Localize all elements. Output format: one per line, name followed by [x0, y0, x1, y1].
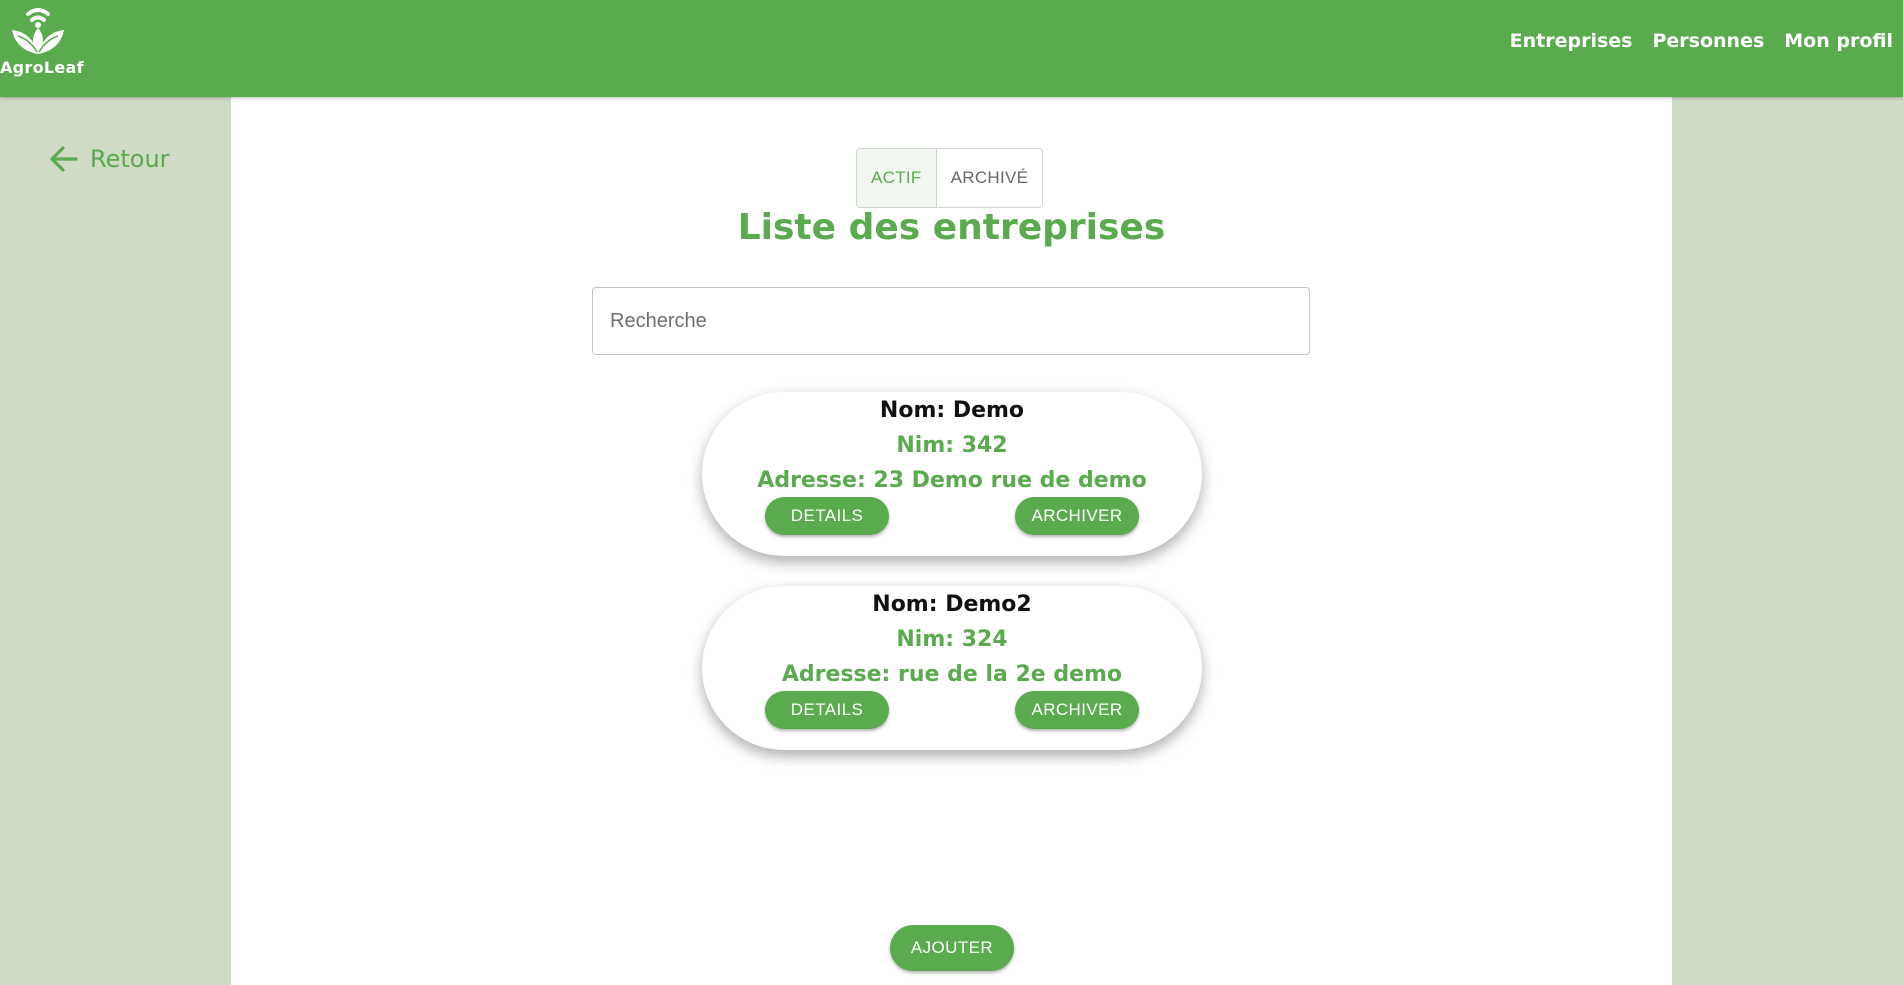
nav-item-mon-profil[interactable]: Mon profil — [1784, 30, 1893, 52]
nav-item-entreprises[interactable]: Entreprises — [1510, 30, 1633, 52]
company-address: Adresse: rue de la 2e demo — [781, 662, 1123, 687]
company-name: Nom: Demo — [879, 398, 1025, 423]
company-card: Nom: Demo Nim: 342 Adresse: 23 Demo rue … — [702, 392, 1202, 556]
archive-button[interactable]: ARCHIVER — [1015, 691, 1139, 729]
leaf-logo-icon — [12, 8, 64, 54]
toggle-archive[interactable]: ARCHIVÉ — [936, 149, 1043, 207]
add-button[interactable]: AJOUTER — [890, 925, 1014, 971]
company-address: Adresse: 23 Demo rue de demo — [757, 468, 1147, 493]
search-input[interactable] — [592, 287, 1310, 355]
nav-item-personnes[interactable]: Personnes — [1652, 30, 1764, 52]
details-button[interactable]: DETAILS — [765, 497, 889, 535]
status-toggle: ACTIF ARCHIVÉ — [856, 148, 1044, 208]
page-title: Liste des entreprises — [737, 207, 1166, 248]
main-nav: Entreprises Personnes Mon profil — [1510, 30, 1893, 52]
company-nim: Nim: 342 — [896, 433, 1008, 458]
details-button[interactable]: DETAILS — [765, 691, 889, 729]
company-nim: Nim: 324 — [896, 627, 1008, 652]
toggle-actif[interactable]: ACTIF — [857, 149, 937, 207]
back-label: Retour — [90, 145, 170, 173]
archive-button[interactable]: ARCHIVER — [1015, 497, 1139, 535]
left-side-panel — [0, 97, 231, 985]
back-link[interactable]: Retour — [48, 143, 170, 175]
company-name: Nom: Demo2 — [872, 592, 1032, 617]
logo[interactable]: AgroLeaf — [0, 0, 84, 80]
arrow-left-icon — [50, 146, 78, 172]
company-card: Nom: Demo2 Nim: 324 Adresse: rue de la 2… — [702, 586, 1202, 750]
logo-text: AgroLeaf — [0, 58, 84, 77]
right-side-panel — [1672, 97, 1903, 985]
top-navbar: AgroLeaf Entreprises Personnes Mon profi… — [0, 0, 1903, 97]
